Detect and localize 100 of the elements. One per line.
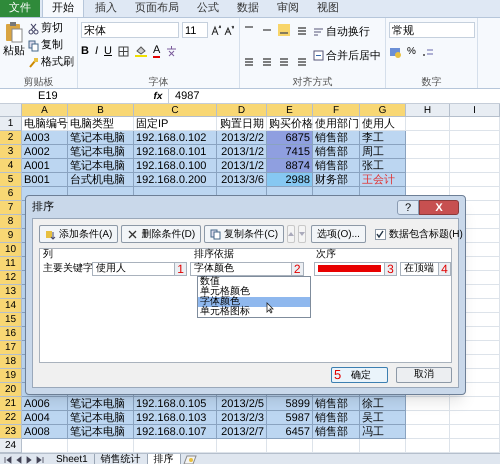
row-header[interactable]: 23 [0,425,22,439]
shrink-font-icon[interactable] [224,25,234,35]
ribbon-tab[interactable]: 插入 [86,0,126,17]
number-format-field[interactable]: 常规 [389,22,475,38]
checkmark-icon[interactable] [376,230,384,238]
fill-color-icon[interactable] [134,45,147,58]
font-name-field[interactable]: 宋体 [81,22,179,38]
step-number: 4 [438,262,450,274]
order-dropdown[interactable]: 在顶端 4 [400,262,451,276]
options-button[interactable]: 选项(O)... [311,225,366,243]
table-cell: 8874 [267,159,313,173]
phonetic-icon[interactable] [166,46,178,57]
clipboard-icon[interactable] [4,21,24,43]
table-cell: 2988 [267,173,313,187]
row-header[interactable]: 15 [0,313,22,327]
align-bottom-icon[interactable] [278,24,290,36]
close-icon[interactable] [127,228,138,240]
help-button[interactable]: ? [397,200,419,214]
empty-cell [450,131,500,145]
list-option[interactable]: 字体颜色 [198,297,310,307]
copy-level-button[interactable]: 复制条件(C) [204,225,284,243]
row-header[interactable]: 22 [0,411,22,425]
list-option[interactable]: 数值 [198,277,310,287]
row-header[interactable]: 20 [0,383,22,397]
row-header[interactable]: 12 [0,271,22,285]
decimal-icon[interactable] [422,46,434,56]
ok-button[interactable]: 5 确定 [331,367,388,383]
ribbon-tab[interactable]: 审阅 [268,0,308,17]
scissors-icon[interactable] [28,22,39,34]
row-header[interactable]: 19 [0,369,22,383]
row-header[interactable]: 8 [0,215,22,229]
list-option[interactable]: 单元格颜色 [198,287,310,297]
font-size-field[interactable]: 11 [182,22,208,38]
close-button[interactable]: X [419,200,459,214]
underline-button[interactable]: U [104,43,112,60]
copy-button[interactable]: 复制 [28,38,74,53]
row-header[interactable]: 24 [0,439,22,453]
sheet-tab[interactable]: 排序 [148,454,181,464]
row-header[interactable]: 17 [0,341,22,355]
column-dropdown[interactable]: 使用人 1 [92,262,188,276]
wrap-icon[interactable] [313,26,324,38]
row-header[interactable]: 3 [0,145,22,159]
column-header[interactable]: D [217,104,267,116]
currency-icon[interactable] [389,46,401,58]
column-header[interactable]: B [68,104,134,116]
bold-button[interactable]: B [81,43,89,60]
sort-on-dropdown[interactable]: 字体颜色 2 [190,262,304,276]
column-header[interactable]: G [360,104,406,116]
row-header[interactable]: 4 [0,159,22,173]
ribbon-tab[interactable]: 页面布局 [126,0,188,17]
ribbon-tab[interactable]: 数据 [228,0,268,17]
cancel-button[interactable]: 取消 [396,367,452,383]
row-header[interactable]: 7 [0,201,22,215]
merge-center-button[interactable]: 合并后居中 [313,48,381,64]
row-header[interactable]: 14 [0,299,22,313]
format-painter-button[interactable]: 格式刷 [28,55,74,70]
row-header[interactable]: 5 [0,173,22,187]
copy-icon[interactable] [210,228,222,240]
add-icon[interactable] [45,228,56,240]
order-color-dropdown[interactable]: 3 [314,262,398,276]
row-header[interactable]: 21 [0,397,22,411]
column-header[interactable]: C [134,104,217,116]
list-option[interactable]: 单元格图标 [198,307,310,317]
ribbon-tab[interactable]: 公式 [188,0,228,17]
column-header[interactable]: E [267,104,313,116]
file-tab[interactable]: 文件 [0,0,40,17]
row-header[interactable]: 9 [0,229,22,243]
font-color-button[interactable]: A [152,44,160,58]
headers-checkbox[interactable]: 数据包含标题(H) [374,226,463,242]
border-icon[interactable] [118,46,129,57]
column-header[interactable]: F [313,104,360,116]
table-cell: 7415 [267,145,313,159]
italic-button[interactable]: I [94,43,98,60]
wrap-text-button[interactable]: 自动换行 [313,24,381,40]
name-box[interactable]: E19 [0,88,98,104]
add-level-button[interactable]: 添加条件(A) [39,225,118,243]
ribbon-tab[interactable]: 视图 [308,0,348,17]
row-header[interactable]: 2 [0,131,22,145]
delete-level-button[interactable]: 删除条件(D) [121,225,202,243]
row-header[interactable]: 13 [0,285,22,299]
row-header[interactable]: 1 [0,117,22,131]
column-header[interactable]: I [450,104,500,116]
paste-button[interactable]: 粘贴 [3,21,25,75]
cut-button[interactable]: 剪切 [28,21,74,36]
row-header[interactable]: 10 [0,243,22,257]
table-cell: 销售部 [313,411,360,425]
row-header[interactable]: 18 [0,355,22,369]
function-button[interactable]: fx [148,88,168,104]
ribbon-tab[interactable]: 开始 [42,0,84,17]
new-sheet-icon[interactable] [182,454,197,464]
row-header[interactable]: 11 [0,257,22,271]
row-header[interactable]: 16 [0,327,22,341]
percent-button[interactable]: % [407,44,416,59]
column-header[interactable]: A [22,104,68,116]
brush-icon[interactable] [28,56,39,68]
merge-icon[interactable] [313,50,324,62]
grow-font-icon[interactable] [211,25,221,35]
copy-icon[interactable] [28,40,39,52]
row-header[interactable]: 6 [0,187,22,201]
column-header[interactable]: H [406,104,450,116]
